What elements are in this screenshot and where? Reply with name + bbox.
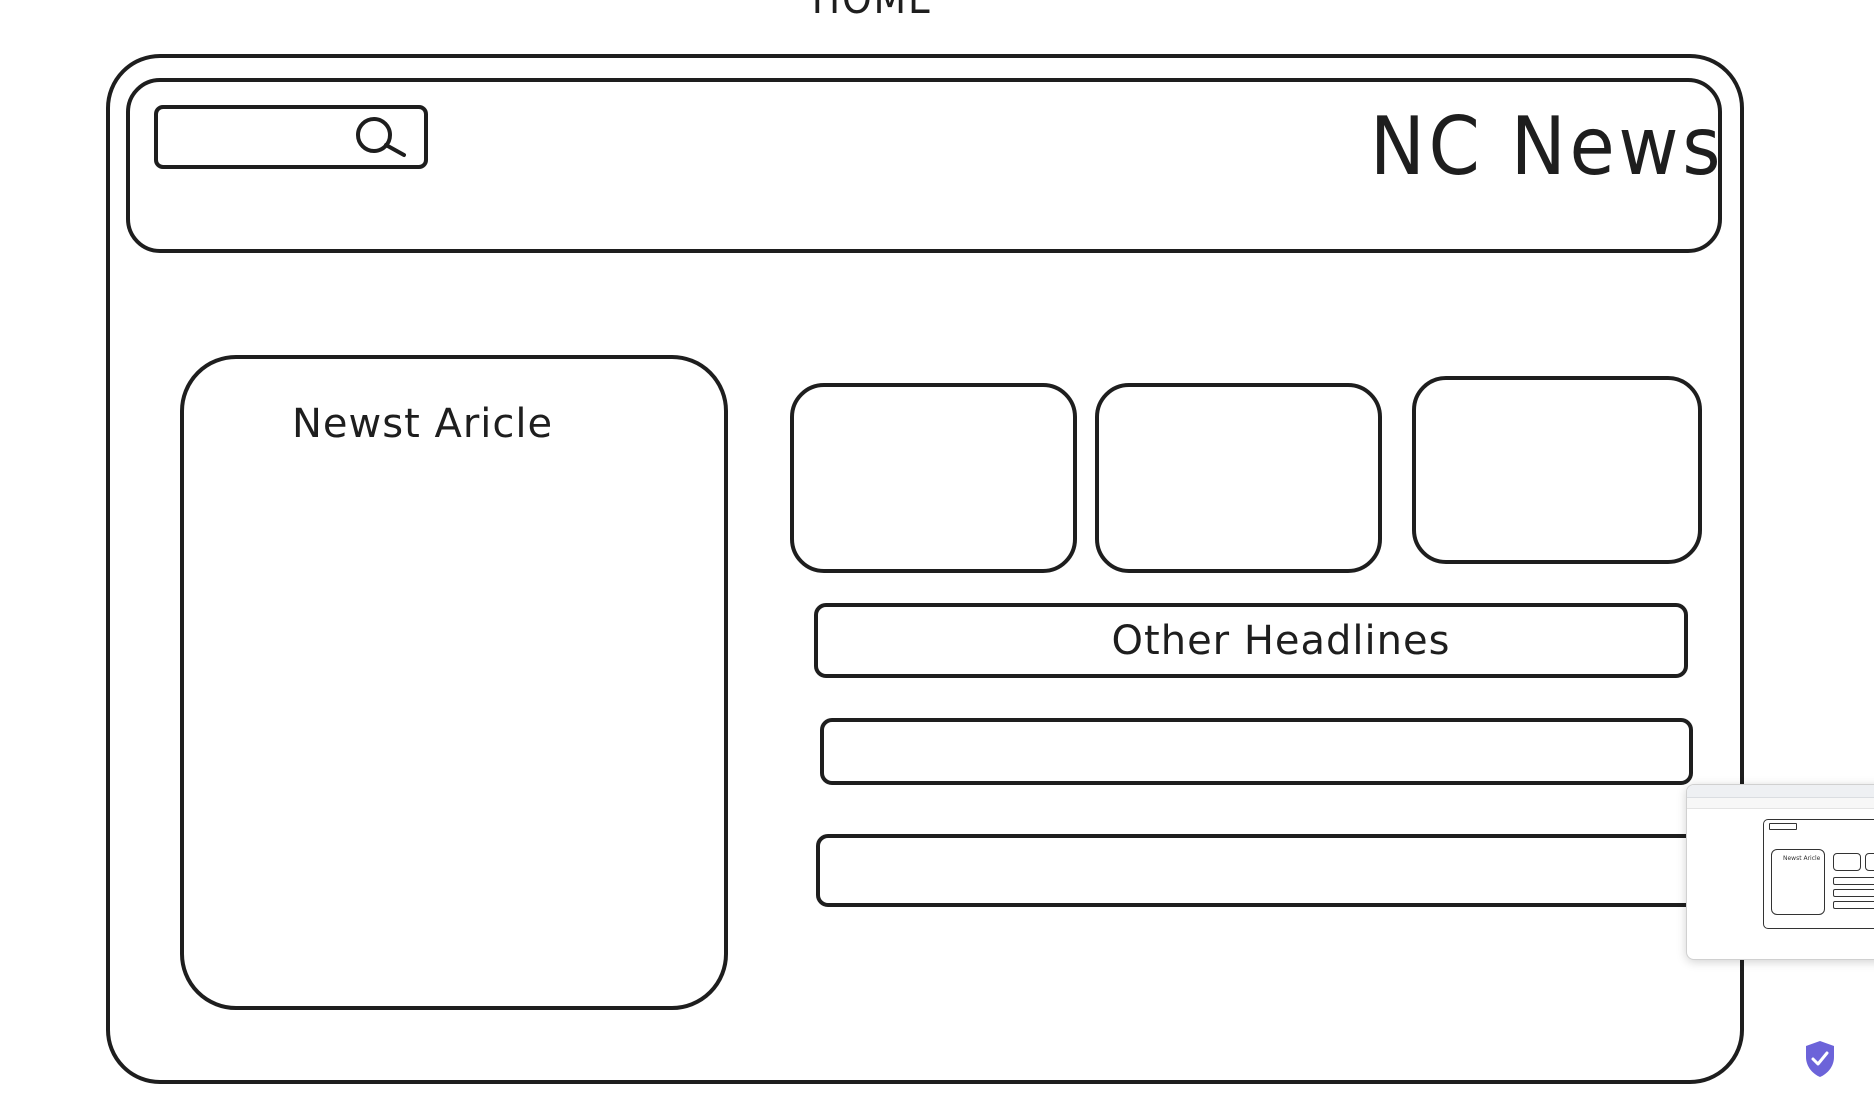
search-icon	[356, 117, 406, 157]
other-headlines-bar: Other Headlines	[814, 603, 1688, 678]
newest-article-label: Newst Aricle	[292, 401, 554, 447]
article-tile[interactable]	[790, 383, 1077, 573]
tab-preview-thumbnail[interactable]: Newst Aricle	[1686, 784, 1874, 960]
thumbnail-address-bar	[1687, 798, 1874, 809]
shield-check-icon[interactable]	[1804, 1039, 1836, 1079]
thumbnail-tile	[1833, 853, 1861, 871]
thumbnail-row	[1833, 889, 1874, 897]
thumbnail-caption: Newst Aricle	[1783, 855, 1821, 862]
thumbnail-tile	[1865, 853, 1874, 871]
article-tile[interactable]	[1095, 383, 1382, 573]
other-headlines-label: Other Headlines	[1111, 617, 1451, 664]
frame-title: HOME	[812, 0, 934, 23]
article-tile[interactable]	[1412, 376, 1702, 564]
search-input[interactable]	[154, 105, 428, 169]
newest-article-card[interactable]: Newst Aricle	[180, 355, 728, 1010]
whiteboard-canvas[interactable]: HOME NC News Newst Aricle Other Headline…	[0, 0, 1874, 1104]
thumbnail-body: Newst Aricle	[1687, 809, 1874, 959]
thumbnail-row	[1833, 901, 1874, 909]
thumbnail-tab-strip	[1687, 785, 1874, 798]
site-brand-title[interactable]: NC News	[1370, 100, 1724, 193]
thumbnail-search	[1769, 823, 1797, 830]
headline-row[interactable]	[816, 834, 1776, 907]
headline-row[interactable]	[820, 718, 1693, 785]
thumbnail-row	[1833, 877, 1874, 885]
